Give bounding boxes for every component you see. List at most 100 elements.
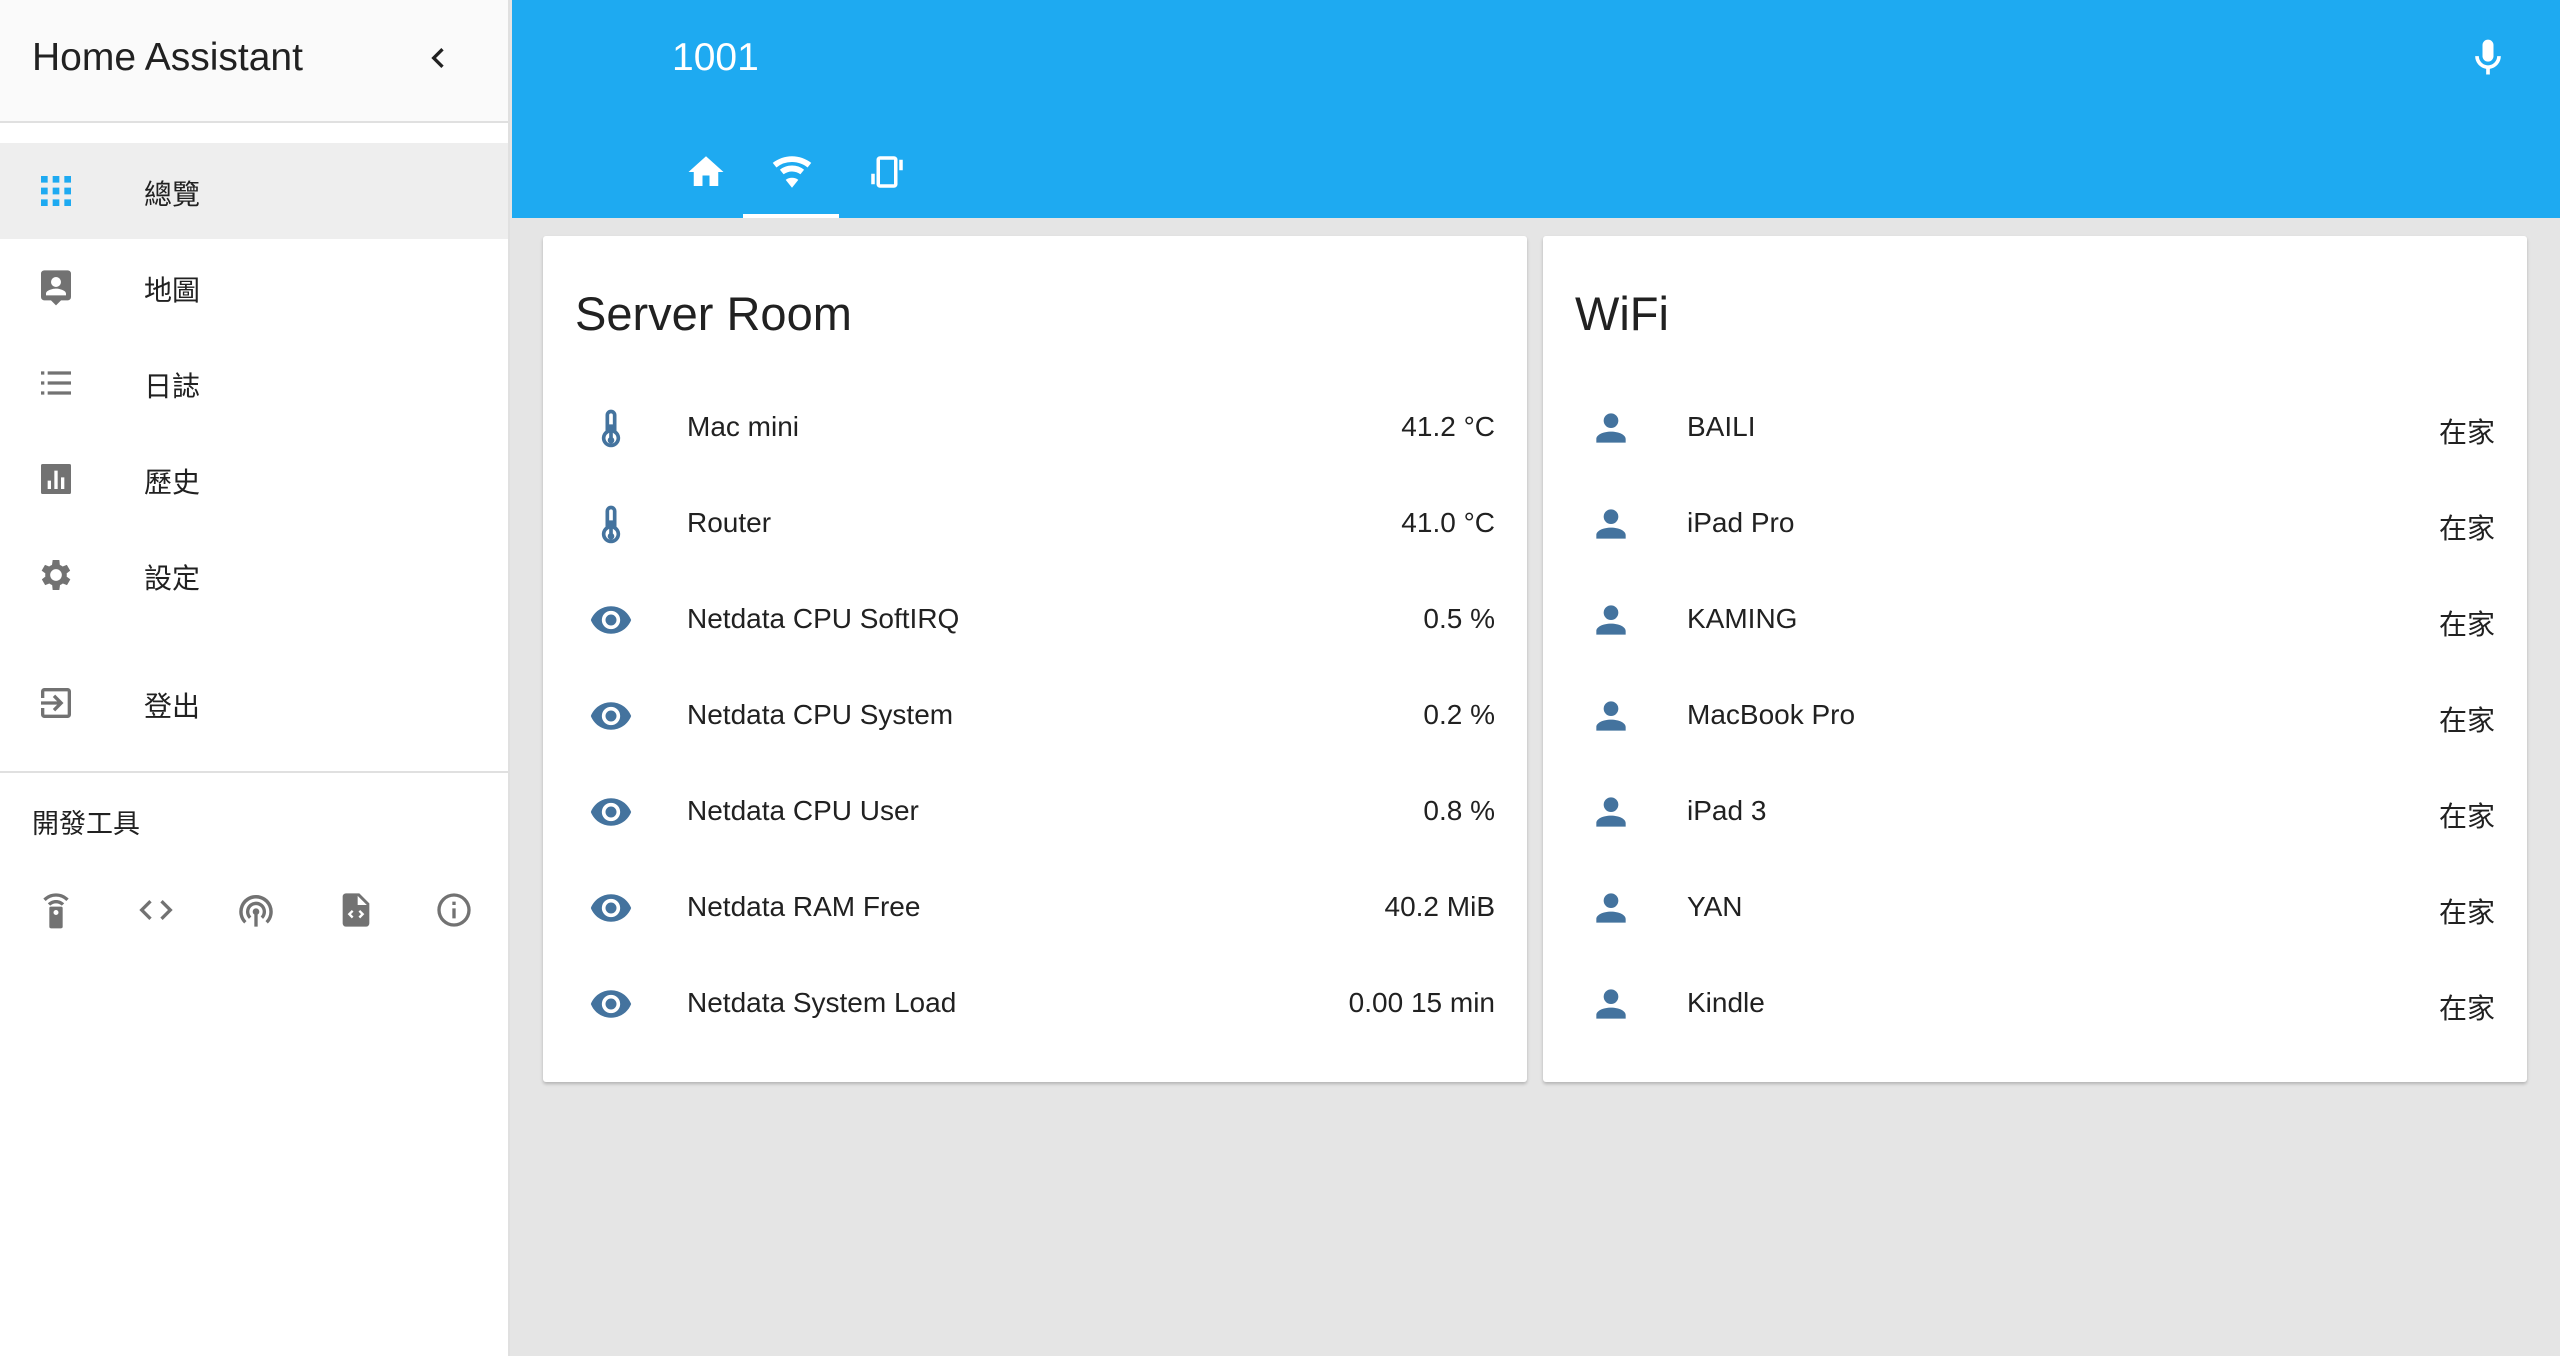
entity-row[interactable]: Netdata RAM Free 40.2 MiB <box>543 860 1527 956</box>
entity-value: 0.2 % <box>1423 699 1495 730</box>
entity-row[interactable]: iPad 3 在家 <box>1543 764 2527 860</box>
app-title: Home Assistant <box>32 36 303 79</box>
entity-row[interactable]: MacBook Pro 在家 <box>1543 668 2527 764</box>
dev-tool-states[interactable] <box>126 880 186 940</box>
account-icon <box>1596 893 1626 923</box>
card-title: WiFi <box>1575 287 1669 340</box>
account-icon <box>1596 413 1626 443</box>
sidebar-item-logbook[interactable]: 日誌 <box>0 335 508 431</box>
entity-name: KAMING <box>1687 603 1798 634</box>
entity-name: MacBook Pro <box>1687 699 1856 730</box>
sidebar-item-overview[interactable]: 總覽 <box>0 143 508 239</box>
remote-icon <box>43 893 69 929</box>
entity-name: Netdata CPU System <box>687 699 954 730</box>
entity-row[interactable]: iPad Pro 在家 <box>1543 476 2527 572</box>
thermometer-icon <box>601 505 621 544</box>
entity-row[interactable]: Router 41.0 °C <box>543 476 1527 572</box>
sidebar-item-label: 地圖 <box>144 275 201 306</box>
entity-name: Kindle <box>1687 987 1765 1018</box>
entity-value: 41.0 °C <box>1401 507 1495 538</box>
entity-name: Mac mini <box>687 411 800 442</box>
dev-tool-info[interactable] <box>424 880 484 940</box>
sidebar-header: Home Assistant <box>0 0 508 123</box>
gear-icon <box>41 560 71 590</box>
sidebar-item-label: 日誌 <box>144 371 201 402</box>
entity-value: 40.2 MiB <box>1384 891 1496 922</box>
entity-value: 在家 <box>2438 609 2495 640</box>
sidebar-item-logout[interactable]: 登出 <box>0 655 508 751</box>
entity-value: 0.00 15 min <box>1348 987 1495 1018</box>
entity-row[interactable]: Netdata CPU User 0.8 % <box>543 764 1527 860</box>
dev-tool-events[interactable] <box>226 880 286 940</box>
app-header: 1001 <box>512 0 2560 218</box>
entity-value: 0.5 % <box>1423 603 1495 634</box>
thermometer-icon <box>601 409 621 448</box>
tab-wifi[interactable] <box>743 136 839 218</box>
card-title: Server Room <box>575 287 852 340</box>
entity-name: Router <box>687 507 772 538</box>
tab-devices[interactable] <box>838 136 934 218</box>
divider <box>0 771 508 773</box>
code-icon <box>139 900 173 920</box>
entity-row[interactable]: YAN 在家 <box>1543 860 2527 956</box>
eye-icon <box>590 990 632 1018</box>
entity-value: 在家 <box>2438 705 2495 736</box>
sidebar-item-label: 登出 <box>144 691 201 722</box>
sidebar-item-label: 歷史 <box>144 467 201 498</box>
sidebar: Home Assistant 總覽 地圖 日誌 歷史 設定 登出 開發工具 <box>0 0 510 1356</box>
entity-row[interactable]: KAMING 在家 <box>1543 572 2527 668</box>
home-icon <box>688 156 724 186</box>
dev-tools-heading: 開發工具 <box>32 809 140 839</box>
chevron-left-icon[interactable] <box>418 38 458 78</box>
account-icon <box>1596 509 1626 539</box>
sidebar-item-settings[interactable]: 設定 <box>0 527 508 623</box>
microphone-icon[interactable] <box>2466 36 2510 80</box>
entity-value: 在家 <box>2438 417 2495 448</box>
wifi-icon <box>772 156 812 188</box>
entity-name: Netdata CPU SoftIRQ <box>687 603 960 634</box>
entity-name: YAN <box>1687 891 1743 922</box>
dev-tools-bar <box>0 880 510 940</box>
entity-row[interactable]: Kindle 在家 <box>1543 956 2527 1052</box>
entity-name: iPad 3 <box>1687 795 1767 826</box>
entity-name: iPad Pro <box>1687 507 1795 538</box>
card-server-room: Server Room Mac mini 41.2 °C Router 41.0… <box>543 236 1527 1082</box>
sidebar-item-label: 設定 <box>144 563 201 594</box>
sidebar-nav: 總覽 地圖 日誌 歷史 設定 登出 <box>0 123 508 751</box>
eye-icon <box>590 798 632 826</box>
account-location-icon <box>41 270 71 306</box>
entity-value: 0.8 % <box>1423 795 1495 826</box>
account-icon <box>1596 605 1626 635</box>
page-title: 1001 <box>672 36 759 79</box>
phone-rotate-icon <box>871 156 903 188</box>
dev-tool-templates[interactable] <box>326 880 386 940</box>
entity-value: 在家 <box>2438 897 2495 928</box>
account-icon <box>1596 701 1626 731</box>
eye-icon <box>590 606 632 634</box>
sidebar-item-history[interactable]: 歷史 <box>0 431 508 527</box>
entity-value: 在家 <box>2438 993 2495 1024</box>
entity-value: 在家 <box>2438 801 2495 832</box>
entity-row[interactable]: Netdata System Load 0.00 15 min <box>543 956 1527 1052</box>
entity-name: Netdata System Load <box>687 987 957 1018</box>
logout-icon <box>41 688 71 718</box>
entity-name: Netdata CPU User <box>687 795 919 826</box>
chart-bar-icon <box>41 464 71 494</box>
entity-name: Netdata RAM Free <box>687 891 921 922</box>
sidebar-item-label: 總覽 <box>144 179 201 210</box>
entity-row[interactable]: Netdata CPU System 0.2 % <box>543 668 1527 764</box>
entity-value: 41.2 °C <box>1401 411 1495 442</box>
tab-home[interactable] <box>657 136 753 218</box>
sidebar-item-map[interactable]: 地圖 <box>0 239 508 335</box>
entity-name: BAILI <box>1687 411 1756 442</box>
broadcast-icon <box>239 894 273 927</box>
info-icon <box>437 893 471 927</box>
entity-row[interactable]: Netdata CPU SoftIRQ 0.5 % <box>543 572 1527 668</box>
account-icon <box>1596 989 1626 1019</box>
entity-row[interactable]: Mac mini 41.2 °C <box>543 380 1527 476</box>
dev-tool-services[interactable] <box>26 880 86 940</box>
file-code-icon <box>342 893 370 927</box>
eye-icon <box>590 702 632 730</box>
entity-row[interactable]: BAILI 在家 <box>1543 380 2527 476</box>
apps-grid-icon <box>41 176 71 206</box>
